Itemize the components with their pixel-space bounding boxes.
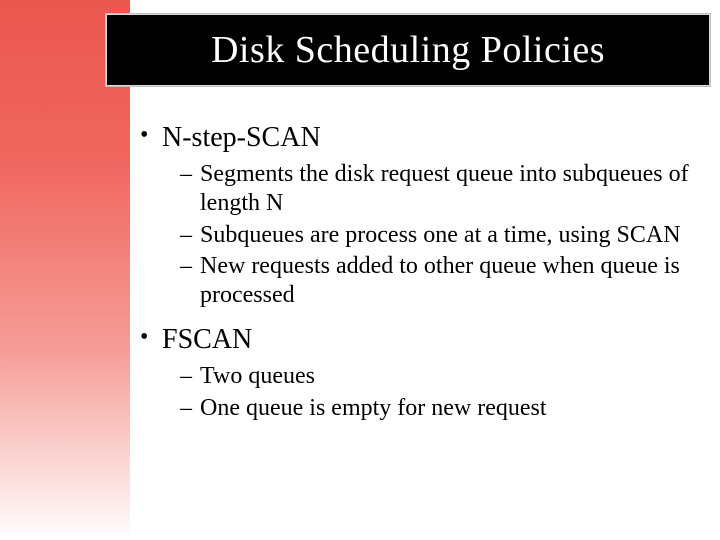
slide-body: N-step-SCAN Segments the disk request qu… [140, 112, 690, 425]
bullet-label: FSCAN [162, 324, 252, 355]
slide: Disk Scheduling Policies N-step-SCAN Seg… [0, 0, 720, 540]
list-item: One queue is empty for new request [180, 394, 690, 423]
list-item: Two queues [180, 362, 690, 391]
slide-title: Disk Scheduling Policies [211, 28, 605, 72]
bullet-fscan: FSCAN [140, 324, 690, 356]
bullet-label: N-step-SCAN [162, 122, 321, 153]
bullet-nstep: N-step-SCAN [140, 122, 690, 154]
list-item: Segments the disk request queue into sub… [180, 160, 690, 219]
title-bar: Disk Scheduling Policies [106, 14, 710, 86]
list-item: Subqueues are process one at a time, usi… [180, 221, 690, 250]
list-item: New requests added to other queue when q… [180, 252, 690, 311]
